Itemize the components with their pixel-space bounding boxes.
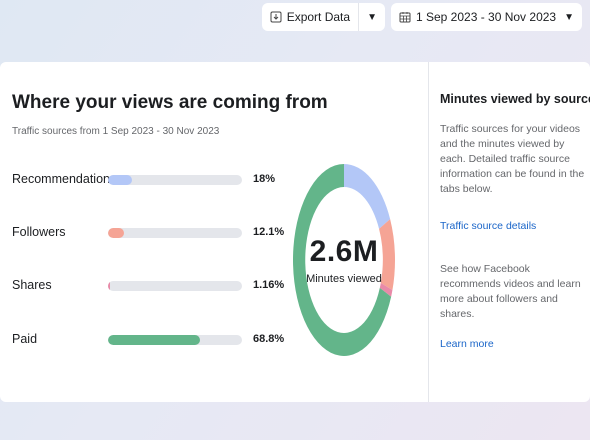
source-progress-track [108,281,242,291]
sidebar-title: Minutes viewed by source [440,92,590,106]
export-data-button-group: Export Data ▼ [261,3,385,31]
source-progress-fill [108,335,201,345]
total-minutes-caption: Minutes viewed [306,273,382,285]
total-minutes-value: 2.6M [309,235,379,268]
source-progress-fill [108,281,110,291]
traffic-source-details-link[interactable]: Traffic source details [440,220,536,232]
source-progress-track [108,175,242,185]
source-progress-track [108,335,242,345]
source-label: Recommendations [12,172,117,186]
section-title: Where your views are coming from [12,92,328,113]
source-label: Shares [12,278,52,292]
sidebar-description: Traffic sources for your videos and the … [440,123,585,195]
source-progress-track [108,228,242,238]
source-row-shares: Shares 1.16% [12,276,292,296]
export-data-label: Export Data [286,10,351,24]
source-percent: 18% [253,173,276,185]
date-range-picker[interactable]: 1 Sep 2023 - 30 Nov 2023 ▼ [390,3,582,31]
date-range-label: 1 Sep 2023 - 30 Nov 2023 [415,10,557,24]
caret-down-icon: ▼ [564,11,574,23]
caret-down-icon: ▼ [367,11,377,23]
traffic-sources-card: Where your views are coming from Traffic… [0,62,590,402]
download-icon [270,11,282,23]
section-subtitle: Traffic sources from 1 Sep 2023 - 30 Nov… [12,126,220,137]
source-progress-fill [108,175,133,185]
source-percent: 1.16% [253,279,285,291]
source-row-recommendations: Recommendations 18% [12,170,292,190]
learn-more-link[interactable]: Learn more [440,338,494,350]
source-row-paid: Paid 68.8% [12,330,292,350]
source-percent: 68.8% [253,333,285,345]
donut-center-label: 2.6M Minutes viewed [283,154,405,366]
source-label: Paid [12,332,38,346]
panel-divider [428,62,429,402]
export-options-dropdown[interactable]: ▼ [359,3,385,31]
source-percent: 12.1% [253,226,285,238]
top-toolbar: Export Data ▼ 1 Sep 2023 - 30 Nov 2023 ▼ [261,0,590,34]
calendar-icon [399,12,411,23]
traffic-sources-panel: Where your views are coming from Traffic… [12,62,424,402]
sidebar-recommend-text: See how Facebook recommends videos and l… [440,263,581,320]
source-progress-fill [108,228,125,238]
export-data-button[interactable]: Export Data [262,3,360,31]
source-label: Followers [12,225,66,239]
source-row-followers: Followers 12.1% [12,223,292,243]
